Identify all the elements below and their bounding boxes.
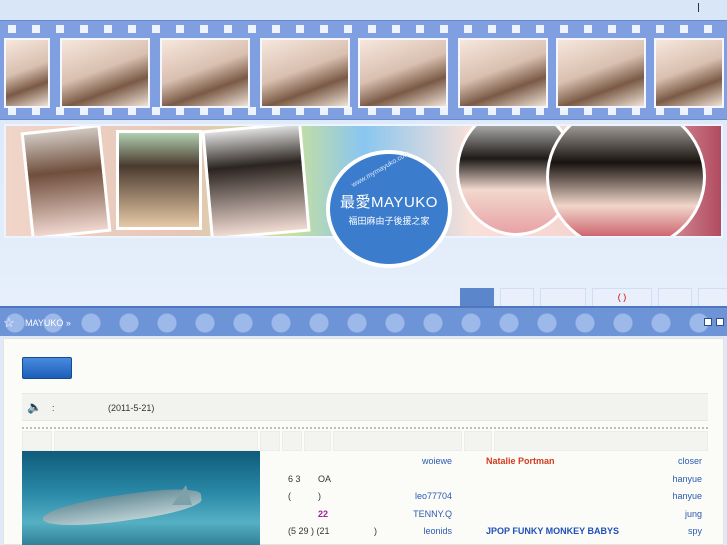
tab-3[interactable]	[540, 288, 586, 306]
tab-4[interactable]: ( )	[592, 288, 652, 306]
nav-tabs: ( )	[460, 288, 727, 306]
last-poster[interactable]: jung	[685, 509, 702, 519]
film-photo	[654, 38, 724, 108]
film-photo	[160, 38, 250, 108]
logo-url: www.mymayuko.com	[350, 150, 412, 189]
tab-5[interactable]	[658, 288, 692, 306]
film-strip	[0, 20, 727, 120]
list-item[interactable]: woiewe Natalie Portman closer	[266, 453, 716, 471]
logo-title: 最愛MAYUKO	[340, 194, 438, 211]
list-item[interactable]: ( ) leo77704 hanyue	[266, 488, 716, 506]
divider	[22, 427, 708, 429]
forum-header-bar: ☆ MAYUKO »	[0, 306, 727, 336]
logo-subtitle: 福田麻由子後援之家	[348, 216, 430, 226]
speaker-icon: 🔈	[27, 400, 42, 414]
film-photo	[556, 38, 646, 108]
expand-icon[interactable]	[716, 318, 724, 326]
thread-title[interactable]: Natalie Portman	[486, 456, 555, 466]
film-photo	[458, 38, 548, 108]
film-photo	[358, 38, 448, 108]
announcement-bar: 🔈 : (2011-5-21)	[22, 393, 708, 421]
author-link[interactable]: woiewe	[422, 456, 452, 466]
list-item[interactable]: (5 29 ) (21 ) leonids JPOP FUNKY MONKEY …	[266, 523, 716, 541]
top-divider	[698, 3, 699, 12]
tab-2[interactable]	[500, 288, 534, 306]
announcement-label: :	[52, 403, 55, 413]
tab-home[interactable]	[460, 288, 494, 306]
last-poster[interactable]: closer	[678, 456, 702, 466]
thread-list: woiewe Natalie Portman closer 6 3 OA han…	[266, 453, 716, 541]
author-link[interactable]: leonids	[423, 526, 452, 536]
site-banner: www.mymayuko.com 最愛MAYUKO 福田麻由子後援之家	[0, 0, 727, 306]
list-item[interactable]: 22 TENNY.Q jung	[266, 506, 716, 524]
column-headers	[22, 431, 709, 451]
last-poster[interactable]: hanyue	[672, 491, 702, 501]
author-link[interactable]: leo77704	[415, 491, 452, 501]
featured-image[interactable]	[22, 451, 260, 545]
tab-6[interactable]	[698, 288, 727, 306]
last-poster[interactable]: spy	[688, 526, 702, 536]
last-poster[interactable]: hanyue	[672, 474, 702, 484]
breadcrumb[interactable]: MAYUKO »	[25, 318, 71, 328]
thread-title[interactable]: JPOP FUNKY MONKEY BABYS	[486, 526, 619, 536]
film-photo	[260, 38, 350, 108]
site-logo[interactable]: www.mymayuko.com 最愛MAYUKO 福田麻由子後援之家	[326, 150, 452, 268]
author-link[interactable]: TENNY.Q	[413, 509, 452, 519]
main-content: 🔈 : (2011-5-21) woiewe Natalie Portman c…	[3, 338, 724, 545]
list-item[interactable]: 6 3 OA hanyue	[266, 471, 716, 489]
new-post-button[interactable]	[22, 357, 72, 379]
announcement-date[interactable]: (2011-5-21)	[108, 403, 154, 413]
film-photo	[60, 38, 150, 108]
film-photo	[4, 38, 50, 108]
star-icon[interactable]: ☆	[3, 315, 15, 331]
collapse-icon[interactable]	[704, 318, 712, 326]
